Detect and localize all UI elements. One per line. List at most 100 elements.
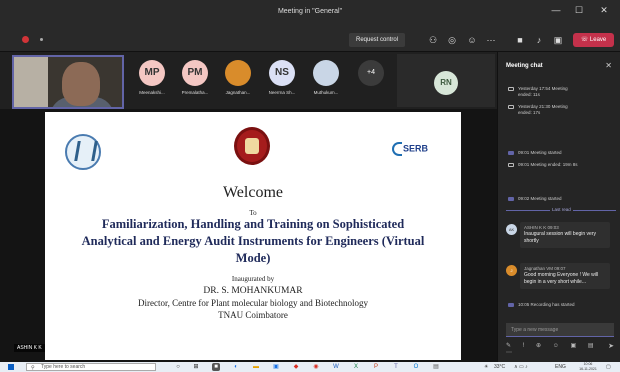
slide-institution: TNAU Coimbatore — [218, 310, 288, 320]
more-icon[interactable]: ⋯ — [484, 33, 498, 47]
compose-toolbar-icons[interactable]: ✎ ! ⊕ ☺ ▣ ▤ ⋯ — [506, 342, 616, 356]
minimize-icon[interactable]: — — [548, 5, 564, 15]
word-icon[interactable]: W — [332, 363, 340, 371]
video-icon — [508, 150, 514, 155]
clock-date: 16-11-2021 — [579, 367, 597, 371]
tray-icons[interactable]: ∧ ▭ ♪ — [514, 363, 528, 371]
close-chat-icon[interactable]: ✕ — [605, 61, 612, 70]
request-control-button[interactable]: Request control — [349, 33, 405, 47]
search-icon: ⚲ — [31, 365, 35, 371]
send-icon[interactable]: ➤ — [608, 342, 614, 350]
language-indicator[interactable]: ENG — [555, 363, 566, 371]
participant-tile[interactable]: NS Neerrna Sh... — [264, 60, 300, 95]
meeting-stage: MP Meenakshi... PM Premalatha... Jagnath… — [0, 52, 497, 362]
more-participants-button[interactable]: +4 — [358, 60, 384, 86]
people-icon[interactable]: ⚇ — [426, 33, 440, 47]
participant-tile[interactable]: PM Premalatha... — [177, 60, 213, 95]
event-text: 10:05 Recording has started — [518, 302, 575, 307]
message-text: Inaugural session will begin very shortl… — [524, 231, 596, 244]
store-icon[interactable]: ▣ — [272, 363, 280, 371]
reactions-icon[interactable]: ☺ — [465, 33, 479, 47]
camera-icon[interactable]: ■ — [513, 33, 527, 47]
excel-icon[interactable]: X — [352, 363, 360, 371]
participant-tile[interactable]: Jagnathan... — [220, 60, 256, 95]
avatar-photo — [313, 60, 339, 86]
participant-tile[interactable]: Muthukum... — [308, 60, 344, 95]
taskbar-clock[interactable]: 10:06 16-11-2021 — [576, 362, 600, 372]
taskbar-search-input[interactable]: ⚲ Type here to search — [26, 363, 156, 371]
chat-event: 09:01 Meeting started — [508, 150, 562, 156]
leave-label: Leave — [589, 37, 607, 43]
search-placeholder: Type here to search — [41, 364, 86, 370]
slide-title-line-2: Analytical and Energy Audit Instruments … — [81, 234, 425, 248]
speaker-video-tile[interactable] — [12, 55, 124, 109]
folder-icon[interactable]: ▬ — [252, 363, 260, 371]
last-read-label: Last read — [550, 207, 573, 212]
avatar-photo — [225, 60, 251, 86]
windows-start-icon[interactable] — [8, 364, 14, 370]
leave-button[interactable]: ☏ Leave — [573, 33, 614, 47]
weather-temp[interactable]: 33°C — [494, 363, 505, 371]
app-icon[interactable]: ■ — [212, 363, 220, 371]
chat-event: 09:02 Meeting started — [508, 196, 562, 202]
slide-designation: Director, Centre for Plant molecular bio… — [137, 298, 369, 308]
windows-taskbar: ⚲ Type here to search ○ ⊞ ■ ◐ ▬ ▣ ◆ ◉ W X… — [0, 362, 620, 372]
slide-title: Familiarization, Handling and Training o… — [45, 216, 461, 267]
event-text-2: ended: 11s — [518, 92, 540, 97]
avatar: RN — [434, 71, 458, 95]
teams-meeting-window: Meeting in "General" — ☐ ✕ Request contr… — [0, 0, 620, 372]
presenter-name-tag: ASHIN K K — [14, 344, 45, 352]
outlook-icon[interactable]: O — [412, 363, 420, 371]
slide-inaugurated-by: Inaugurated by — [231, 275, 275, 283]
background-shelf — [14, 57, 48, 107]
slide-title-line-3: Mode) — [235, 251, 271, 265]
pdf-icon[interactable]: ◆ — [292, 363, 300, 371]
participant-name: Neerrna Sh... — [268, 90, 296, 95]
teams-icon[interactable]: T — [392, 363, 400, 371]
chat-event: Yesterday 17:54 Meeting ended: 11s — [508, 86, 568, 98]
speaker-head — [62, 62, 100, 106]
share-icon[interactable]: ▣ — [551, 33, 565, 47]
close-window-icon[interactable]: ✕ — [596, 5, 612, 16]
recording-icon — [508, 302, 514, 307]
participant-name: Muthukum... — [313, 90, 339, 95]
participant-gallery: MP Meenakshi... PM Premalatha... Jagnath… — [0, 52, 497, 109]
event-text: Yesterday 17:54 Meeting — [518, 86, 568, 91]
slide-welcome: Welcome — [222, 184, 283, 201]
last-read-divider: Last read — [506, 207, 616, 213]
chrome-icon[interactable]: ◉ — [312, 363, 320, 371]
participant-name: Jagnathan... — [225, 90, 251, 95]
weather-icon[interactable]: ☀ — [484, 363, 488, 371]
chat-message[interactable]: Jagnathan VM 09:07 Good morning Everyone… — [520, 263, 610, 289]
window-title: Meeting in "General" — [277, 8, 343, 15]
meeting-info-dot — [40, 38, 43, 41]
chat-header: Meeting chat — [506, 63, 543, 69]
chat-icon[interactable]: ◎ — [445, 33, 459, 47]
serb-logo-text: SERB — [403, 143, 429, 154]
compose-message-input[interactable]: Type a new message — [506, 323, 614, 337]
powerpoint-icon[interactable]: P — [372, 363, 380, 371]
slide-title-line-1: Familiarization, Handling and Training o… — [101, 217, 405, 231]
mic-off-icon[interactable]: ♪ — [532, 33, 546, 47]
chat-event: 10:05 Recording has started — [508, 302, 575, 308]
chat-message[interactable]: ASHIN K K 09:03 Inaugural session will b… — [520, 222, 610, 248]
participant-tile[interactable]: MP Meenakshi... — [134, 60, 170, 95]
edge-icon[interactable]: ◐ — [232, 363, 240, 371]
notifications-icon[interactable]: ▢ — [606, 363, 611, 371]
participant-tile-rn[interactable]: RN — [397, 54, 495, 107]
video-icon — [508, 86, 514, 91]
shared-screen-slide: SERB Welcome To Familiarization, Handlin… — [45, 112, 461, 360]
event-text: Yesterday 21:30 Meeting — [518, 104, 568, 109]
message-text: Good morning Everyone ! We will begin in… — [524, 272, 599, 285]
cortana-icon[interactable]: ○ — [174, 363, 182, 371]
meeting-toolbar: Request control ⚇ ◎ ☺ ⋯ ■ ♪ ▣ ☏ Leave — [0, 27, 620, 52]
maximize-icon[interactable]: ☐ — [571, 5, 587, 16]
task-view-icon[interactable]: ⊞ — [192, 363, 200, 371]
event-text: 09:01 Meeting ended: 19m 8s — [518, 162, 578, 167]
event-text-2: ended: 17s — [518, 110, 541, 115]
event-text: 09:02 Meeting started — [518, 196, 562, 201]
app-icon[interactable]: ▤ — [432, 363, 440, 371]
institute-logo-icon — [65, 134, 101, 170]
chat-event: 09:01 Meeting ended: 19m 8s — [508, 162, 578, 168]
title-bar: Meeting in "General" — ☐ ✕ — [0, 0, 620, 27]
